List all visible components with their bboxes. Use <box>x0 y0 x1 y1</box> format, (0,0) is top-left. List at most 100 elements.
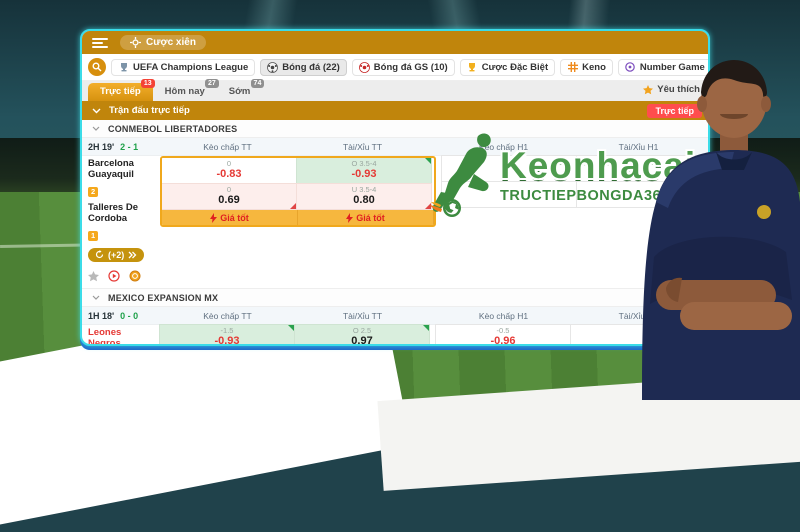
chevron-down-icon <box>92 126 100 131</box>
tab-early-label: Sớm <box>229 86 251 97</box>
favorite-star-icon[interactable] <box>88 271 99 282</box>
away-yellow-cards-badge: 1 <box>88 231 98 241</box>
lightning-icon <box>210 213 217 223</box>
odds-up-indicator <box>425 158 431 164</box>
tab-label: Bóng đá GS (10) <box>374 62 448 73</box>
best-price-box: 0 -0.83 0 0.69 O 3.5-4 -0. <box>160 156 436 227</box>
tab-special-bets[interactable]: Cược Đặc Biệt <box>460 59 555 76</box>
tab-keno[interactable]: Keno <box>560 59 613 76</box>
tab-live-label: Trực tiếp <box>100 86 141 97</box>
match-header-row: 1H 18' 0 - 0 Kèo chấp TT Tài/Xỉu TT Kèo … <box>82 307 708 325</box>
odds-value: 0.97 <box>351 335 372 346</box>
odds-line: O 3.5-4 <box>351 160 376 168</box>
column-hdp-h1: Kèo chấp H1 <box>436 142 571 152</box>
match-header-row: 2H 19' 2 - 1 Kèo chấp TT Tài/Xỉu TT Kèo … <box>82 138 708 156</box>
tab-number-game[interactable]: Number Game <box>618 59 710 76</box>
odds-cell-hdp-h1-home[interactable] <box>441 155 577 182</box>
odds-cell-ou-tt-over[interactable]: O 2.5 0.97 <box>294 324 430 346</box>
tab-football-gs[interactable]: Bóng đá GS (10) <box>352 59 455 76</box>
best-price-label: Giá tốt <box>220 213 249 223</box>
section-title: Trận đấu trực tiếp <box>109 105 190 116</box>
odds-cell-ou-h1-over[interactable] <box>576 155 710 182</box>
column-hdp-tt: Kèo chấp TT <box>160 142 295 152</box>
column-ou-tt: Tài/Xỉu TT <box>295 311 430 321</box>
tab-label: UEFA Champions League <box>133 62 248 73</box>
odds-cell-ou-tt-over[interactable]: O 3.5-4 -0.93 <box>296 157 432 184</box>
league-header[interactable]: MEXICO EXPANSION MX <box>82 288 708 307</box>
odds-line: -0.5 <box>497 327 510 335</box>
tab-today-label: Hôm nay <box>165 86 205 97</box>
coin-icon[interactable] <box>129 270 141 282</box>
parlay-bet-button[interactable]: Cược xiên <box>120 35 206 50</box>
league-header[interactable]: CONMEBOL LIBERTADORES <box>82 120 708 138</box>
odds-cell-hdp-tt-home[interactable]: -1.5 -0.93 <box>159 324 295 346</box>
odds-cell-hdp-h1-home[interactable]: -0.5 -0.96 <box>435 324 571 346</box>
best-price-button[interactable]: Giá tốt <box>162 210 298 225</box>
match-time: 1H 18' <box>88 311 114 321</box>
odds-value: -0.83 <box>216 168 241 181</box>
odds-value: 0.69 <box>218 194 239 207</box>
odds-value: -0.93 <box>214 335 239 346</box>
tab-live[interactable]: Trực tiếp 13 <box>88 83 153 101</box>
odds-value: 0.80 <box>353 194 374 207</box>
menu-icon[interactable] <box>92 38 108 48</box>
odds-cell-ou-h1-under[interactable] <box>576 181 710 208</box>
column-ou-tt: Tài/Xỉu TT <box>295 142 430 152</box>
live-video-icon[interactable] <box>108 270 120 282</box>
more-markets-label: (+2) <box>108 250 124 260</box>
search-button[interactable] <box>88 58 106 76</box>
sport-nav: UEFA Champions League Bóng đá (22) Bóng … <box>82 54 708 81</box>
more-markets-button[interactable]: (+2) <box>88 248 144 262</box>
away-team-name: Talleres De Cordoba <box>88 203 156 225</box>
double-chevron-icon <box>128 251 137 259</box>
chevron-down-icon[interactable] <box>92 108 101 114</box>
odds-line: U 3.5-4 <box>352 186 377 194</box>
odds-down-indicator <box>425 203 431 209</box>
favorites-button[interactable]: Yêu thích <box>643 84 700 95</box>
trophy-icon <box>118 62 129 73</box>
tab-label: Number Game <box>640 62 705 73</box>
tab-label: Cược Đặc Biệt <box>482 62 548 73</box>
tab-today[interactable]: Hôm nay 27 <box>153 83 217 101</box>
tab-uefa-champions-league[interactable]: UEFA Champions League <box>111 59 255 76</box>
betting-panel: Cược xiên UEFA Champions League Bóng đá … <box>80 29 710 346</box>
match-score: 0 - 0 <box>120 311 138 321</box>
favorites-label: Yêu thích <box>657 84 700 95</box>
tab-label: Bóng đá (22) <box>282 62 340 73</box>
lightning-icon <box>346 213 353 223</box>
odds-cell-hdp-h1-away[interactable] <box>441 181 577 208</box>
football-icon <box>267 62 278 73</box>
live-section-bar: Trận đấu trực tiếp Trực tiếp <box>82 101 708 120</box>
football-red-icon <box>359 62 370 73</box>
top-bar: Cược xiên <box>82 31 708 54</box>
parlay-bet-label: Cược xiên <box>146 37 196 48</box>
number-game-icon <box>625 62 636 73</box>
best-price-row: Giá tốt Giá tốt <box>162 210 434 225</box>
column-ou-h1: Tài/Xỉu H1 <box>571 311 706 321</box>
odds-cell-hdp-tt-home[interactable]: 0 -0.83 <box>161 157 297 184</box>
early-count-badge: 74 <box>251 79 265 88</box>
gear-icon <box>130 37 141 48</box>
column-hdp-h1: Kèo chấp H1 <box>436 311 571 321</box>
live-stream-button[interactable]: Trực tiếp <box>647 104 702 118</box>
column-ou-h1: Tài/Xỉu H1 <box>571 142 706 152</box>
tab-football[interactable]: Bóng đá (22) <box>260 59 347 76</box>
tab-early[interactable]: Sớm 74 <box>217 83 263 101</box>
match-row: Barcelona Guayaquil 2 Talleres De Cordob… <box>82 156 708 286</box>
odds-cell-hdp-tt-away[interactable]: 0 0.69 <box>161 183 297 210</box>
odds-cell-ou-h1-over[interactable] <box>570 324 706 346</box>
odds-cell-ou-tt-under[interactable]: U 3.5-4 0.80 <box>296 183 432 210</box>
trophy-gold-icon <box>467 62 478 73</box>
best-price-button[interactable]: Giá tốt <box>298 210 434 225</box>
home-yellow-cards-badge: 2 <box>88 187 98 197</box>
tab-label: Keno <box>582 62 606 73</box>
home-team-name: Leones Negros <box>88 328 156 346</box>
home-team-name: Barcelona Guayaquil <box>88 159 156 181</box>
chevron-down-icon <box>92 295 100 300</box>
league-name: MEXICO EXPANSION MX <box>108 293 218 303</box>
column-hdp-tt: Kèo chấp TT <box>160 311 295 321</box>
star-icon <box>643 85 653 95</box>
match-time: 2H 19' <box>88 142 114 152</box>
match-row: Leones Negros Tepatitlan FC 1 (+3) <box>82 325 708 346</box>
time-filter-tabs: Trực tiếp 13 Hôm nay 27 Sớm 74 Yêu thích <box>82 81 708 101</box>
